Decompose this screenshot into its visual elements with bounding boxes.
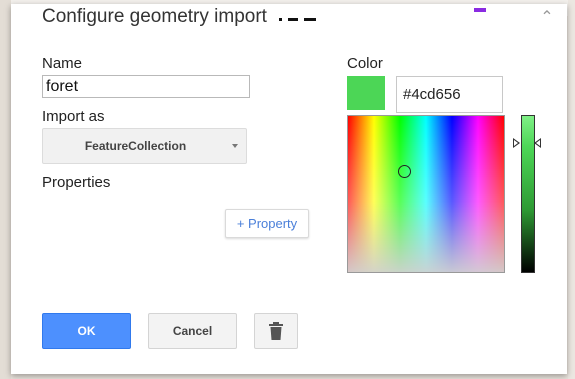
title-overlap-marks (279, 8, 322, 26)
configure-import-dialog: Configure geometry import ⌃ Name foret I… (11, 4, 567, 374)
dialog-title: Configure geometry import (42, 6, 267, 27)
color-label: Color (347, 55, 383, 72)
slider-arrow-left-icon[interactable] (513, 138, 520, 148)
color-picker-area[interactable] (347, 115, 505, 273)
chevron-up-icon[interactable]: ⌃ (536, 7, 558, 29)
color-swatch (347, 76, 385, 110)
delete-button[interactable] (254, 313, 298, 349)
hex-color-input[interactable]: #4cd656 (396, 76, 503, 113)
saturation-gradient (348, 116, 504, 272)
picker-cursor[interactable] (398, 165, 411, 178)
map-backdrop-right (568, 0, 575, 379)
import-as-value: FeatureCollection (84, 139, 187, 153)
import-as-label: Import as (42, 108, 105, 125)
map-backdrop-left (0, 0, 11, 379)
trash-icon (269, 322, 283, 340)
add-property-button[interactable]: + Property (225, 209, 309, 238)
properties-label: Properties (42, 174, 111, 191)
cancel-button[interactable]: Cancel (148, 313, 237, 349)
ok-button[interactable]: OK (42, 313, 131, 349)
backdrop-purple-mark (474, 8, 486, 12)
lightness-slider[interactable] (521, 115, 535, 273)
import-as-select[interactable]: FeatureCollection (42, 128, 247, 164)
slider-arrow-right-icon[interactable] (534, 138, 541, 148)
chevron-down-icon (232, 144, 238, 148)
name-input[interactable]: foret (42, 75, 250, 98)
name-label: Name (42, 55, 83, 72)
